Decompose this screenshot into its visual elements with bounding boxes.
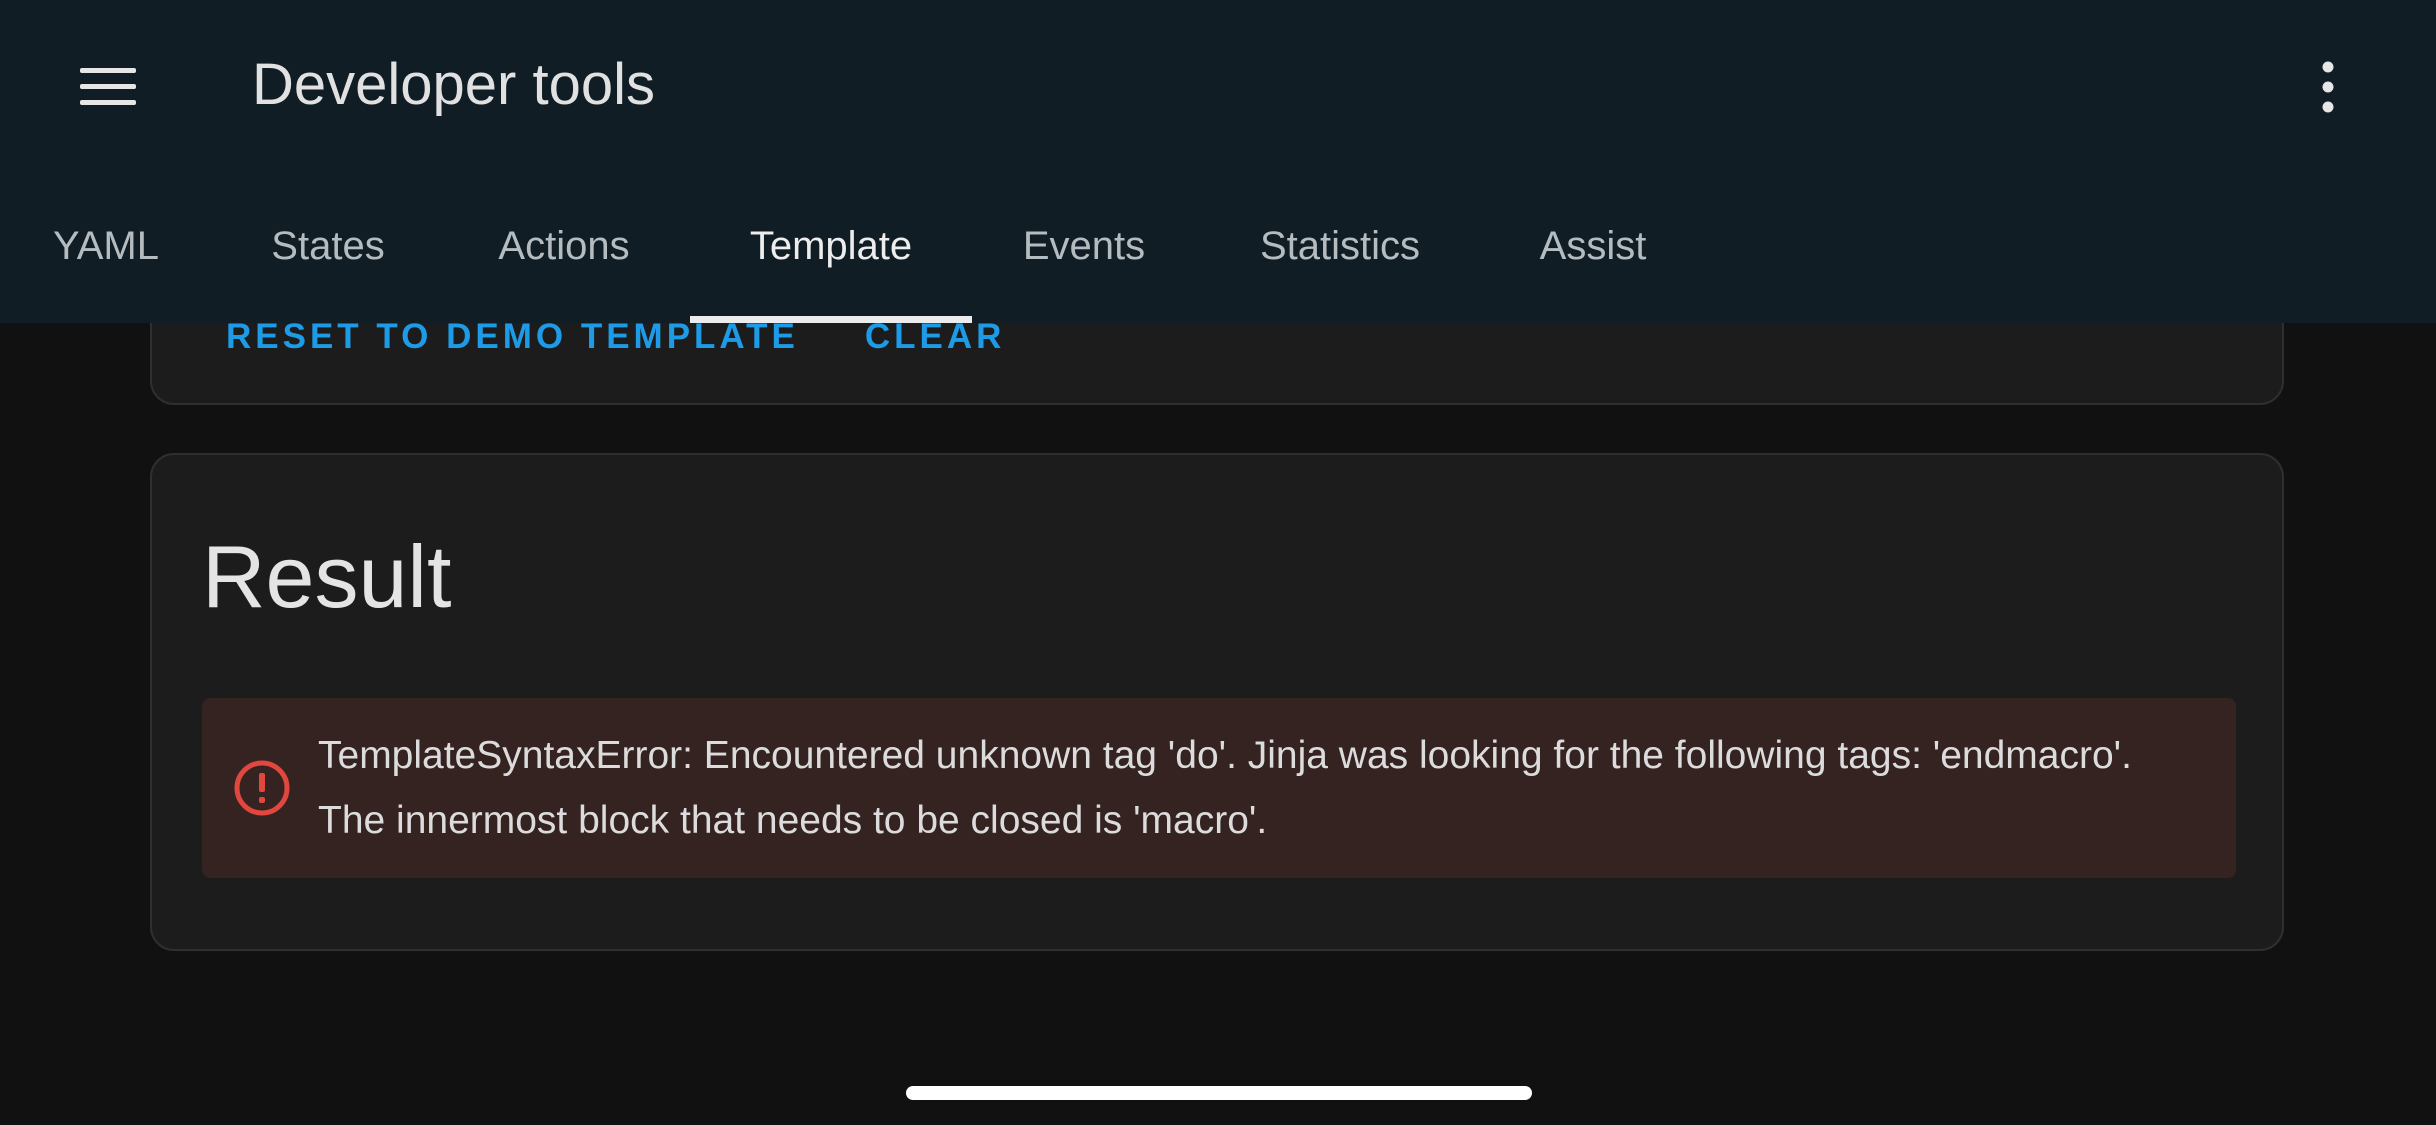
template-card-actions: Reset to demo template Clear xyxy=(226,317,1005,357)
result-card: Result TemplateSyntaxError: Encountered … xyxy=(150,453,2284,951)
vertical-dots-icon xyxy=(2322,61,2334,113)
home-indicator[interactable] xyxy=(906,1086,1532,1100)
alert-circle-icon xyxy=(234,760,290,816)
hamburger-menu-icon xyxy=(80,68,136,105)
clear-button[interactable]: Clear xyxy=(865,317,1006,357)
toolbar: Developer tools xyxy=(0,0,2436,170)
tab-assist[interactable]: Assist xyxy=(1516,170,1670,323)
result-title: Result xyxy=(202,527,452,626)
tab-states[interactable]: States xyxy=(228,170,428,323)
overflow-menu-button[interactable] xyxy=(2286,45,2370,129)
tab-events[interactable]: Events xyxy=(990,170,1178,323)
page-title: Developer tools xyxy=(252,52,655,117)
tab-yaml[interactable]: YAML xyxy=(0,170,212,323)
app-header: Developer tools YAML States Actions Temp… xyxy=(0,0,2436,323)
tab-actions[interactable]: Actions xyxy=(448,170,680,323)
reset-to-demo-template-button[interactable]: Reset to demo template xyxy=(226,317,799,357)
active-tab-indicator xyxy=(690,316,972,323)
tab-template[interactable]: Template xyxy=(690,170,972,323)
menu-button[interactable] xyxy=(66,45,150,129)
tab-bar: YAML States Actions Template Events Stat… xyxy=(0,170,2436,323)
tab-statistics[interactable]: Statistics xyxy=(1220,170,1460,323)
error-alert: TemplateSyntaxError: Encountered unknown… xyxy=(202,698,2236,878)
error-message: TemplateSyntaxError: Encountered unknown… xyxy=(318,734,2132,842)
